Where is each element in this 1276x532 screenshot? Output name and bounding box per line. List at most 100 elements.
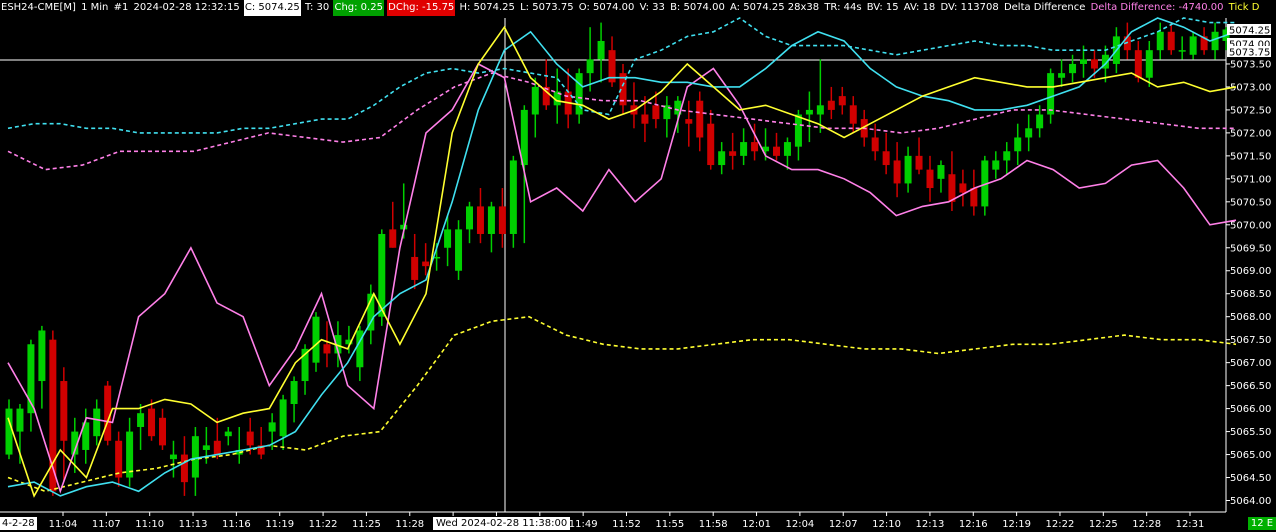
candle-up xyxy=(1058,73,1066,78)
price-tick-label: 5068.00 xyxy=(1230,312,1271,323)
candle-up xyxy=(279,399,287,437)
candle-down xyxy=(959,183,967,193)
time-tick-label: 11:49 xyxy=(569,519,598,530)
time-tick-label: 12:19 xyxy=(1002,519,1031,530)
time-tick-label: 11:55 xyxy=(655,519,684,530)
candle-down xyxy=(652,105,660,120)
candle-up xyxy=(137,413,145,427)
candle-down xyxy=(773,146,780,156)
candle-down xyxy=(422,261,430,267)
candle-up xyxy=(444,229,452,248)
candle-down xyxy=(1090,59,1098,69)
time-tick-label: 11:13 xyxy=(179,519,208,530)
time-tick-label: 12:28 xyxy=(1132,519,1161,530)
candle-up xyxy=(740,142,748,156)
time-tick-label: 12:31 xyxy=(1176,519,1205,530)
candle-down xyxy=(641,114,649,124)
candle-down xyxy=(970,188,978,207)
candle-up xyxy=(93,408,101,437)
candle-up xyxy=(1014,137,1022,152)
candle-down xyxy=(827,100,835,110)
candle-up xyxy=(1145,50,1153,78)
time-tick-label: 11:52 xyxy=(612,519,641,530)
candle-down xyxy=(685,119,693,124)
candle-down xyxy=(707,123,715,166)
candle-up xyxy=(794,114,802,147)
time-tick-label: 12:01 xyxy=(742,519,771,530)
price-tick-label: 5069.00 xyxy=(1230,266,1271,277)
price-tick-label: 5069.50 xyxy=(1230,243,1271,254)
candle-up xyxy=(1069,63,1077,74)
candle-up xyxy=(224,431,232,437)
time-tick-label: 11:25 xyxy=(352,519,381,530)
candle-up xyxy=(531,86,539,115)
candle-up xyxy=(1003,151,1011,161)
candle-down xyxy=(476,206,484,234)
time-tick-label: 12:22 xyxy=(1046,519,1075,530)
candle-up xyxy=(937,165,945,179)
cursor-date-label: Wed 2024-02-28 11:38:00 xyxy=(433,517,571,530)
candle-down xyxy=(948,174,956,202)
candle-up xyxy=(1178,50,1186,52)
candle-down xyxy=(213,440,221,455)
price-tick-label: 5071.50 xyxy=(1230,151,1271,162)
price-tick-label: 5067.00 xyxy=(1230,358,1271,369)
candle-up xyxy=(5,408,13,455)
time-tick-label: 11:16 xyxy=(222,519,251,530)
price-tick-label: 5073.00 xyxy=(1230,82,1271,93)
price-tick-label: 5072.50 xyxy=(1230,105,1271,116)
candle-down xyxy=(871,137,879,152)
time-tick-label: 11:28 xyxy=(395,519,424,530)
corner-badge[interactable]: 12 E xyxy=(1248,517,1276,530)
candle-down xyxy=(1134,50,1142,78)
candle-down xyxy=(893,160,901,184)
candle-down xyxy=(180,454,188,483)
candle-up xyxy=(169,454,177,460)
candle-down xyxy=(882,151,890,166)
candle-up xyxy=(487,206,495,234)
time-tick-label: 12:13 xyxy=(916,519,945,530)
pink-line xyxy=(7,62,1237,494)
candle-down xyxy=(751,142,759,152)
candle-up xyxy=(1025,128,1033,138)
candle-up xyxy=(1211,31,1219,51)
time-tick-label: 12:07 xyxy=(829,519,858,530)
price-tick-label: 5070.50 xyxy=(1230,197,1271,208)
candle-up xyxy=(38,330,46,382)
candle-up xyxy=(509,160,517,234)
candle-down xyxy=(849,105,857,124)
price-chart[interactable]: 5064.00 5064.50 5065.00 5065.50 5066.00 5066.… xyxy=(0,0,1276,532)
price-tick-label: 5067.50 xyxy=(1230,335,1271,346)
time-tick-label: 11:22 xyxy=(309,519,338,530)
candle-down xyxy=(323,344,331,354)
time-tick-label: 11:58 xyxy=(699,519,728,530)
price-tick-label: 5066.50 xyxy=(1230,381,1271,392)
time-tick-label: 11:04 xyxy=(49,519,78,530)
time-tick-label: 12:04 xyxy=(785,519,814,530)
candle-up xyxy=(1047,73,1055,115)
price-marker-label: 5073.75 xyxy=(1229,48,1270,59)
candle-down xyxy=(838,96,846,106)
candle-down xyxy=(411,256,419,280)
candle-down xyxy=(915,155,923,170)
candle-down xyxy=(729,151,737,156)
candle-up xyxy=(1036,114,1044,129)
candle-up xyxy=(312,316,320,363)
candle-down xyxy=(148,408,156,437)
candle-up xyxy=(191,436,199,478)
left-date-label: 4-2-28 xyxy=(0,517,37,530)
candle-up xyxy=(1080,59,1087,64)
candle-down xyxy=(696,100,704,138)
candle-down xyxy=(159,417,166,446)
price-tick-label: 5064.00 xyxy=(1230,496,1271,507)
candle-up xyxy=(455,229,463,271)
time-tick-label: 11:19 xyxy=(265,519,294,530)
price-tick-label: 5068.50 xyxy=(1230,289,1271,300)
candle-down xyxy=(389,229,397,248)
price-tick-label: 5070.00 xyxy=(1230,220,1271,231)
candle-up xyxy=(268,422,276,432)
price-tick-label: 5073.50 xyxy=(1230,59,1271,70)
candle-up xyxy=(586,59,594,74)
candle-up xyxy=(290,381,298,405)
candle-up xyxy=(805,109,813,115)
